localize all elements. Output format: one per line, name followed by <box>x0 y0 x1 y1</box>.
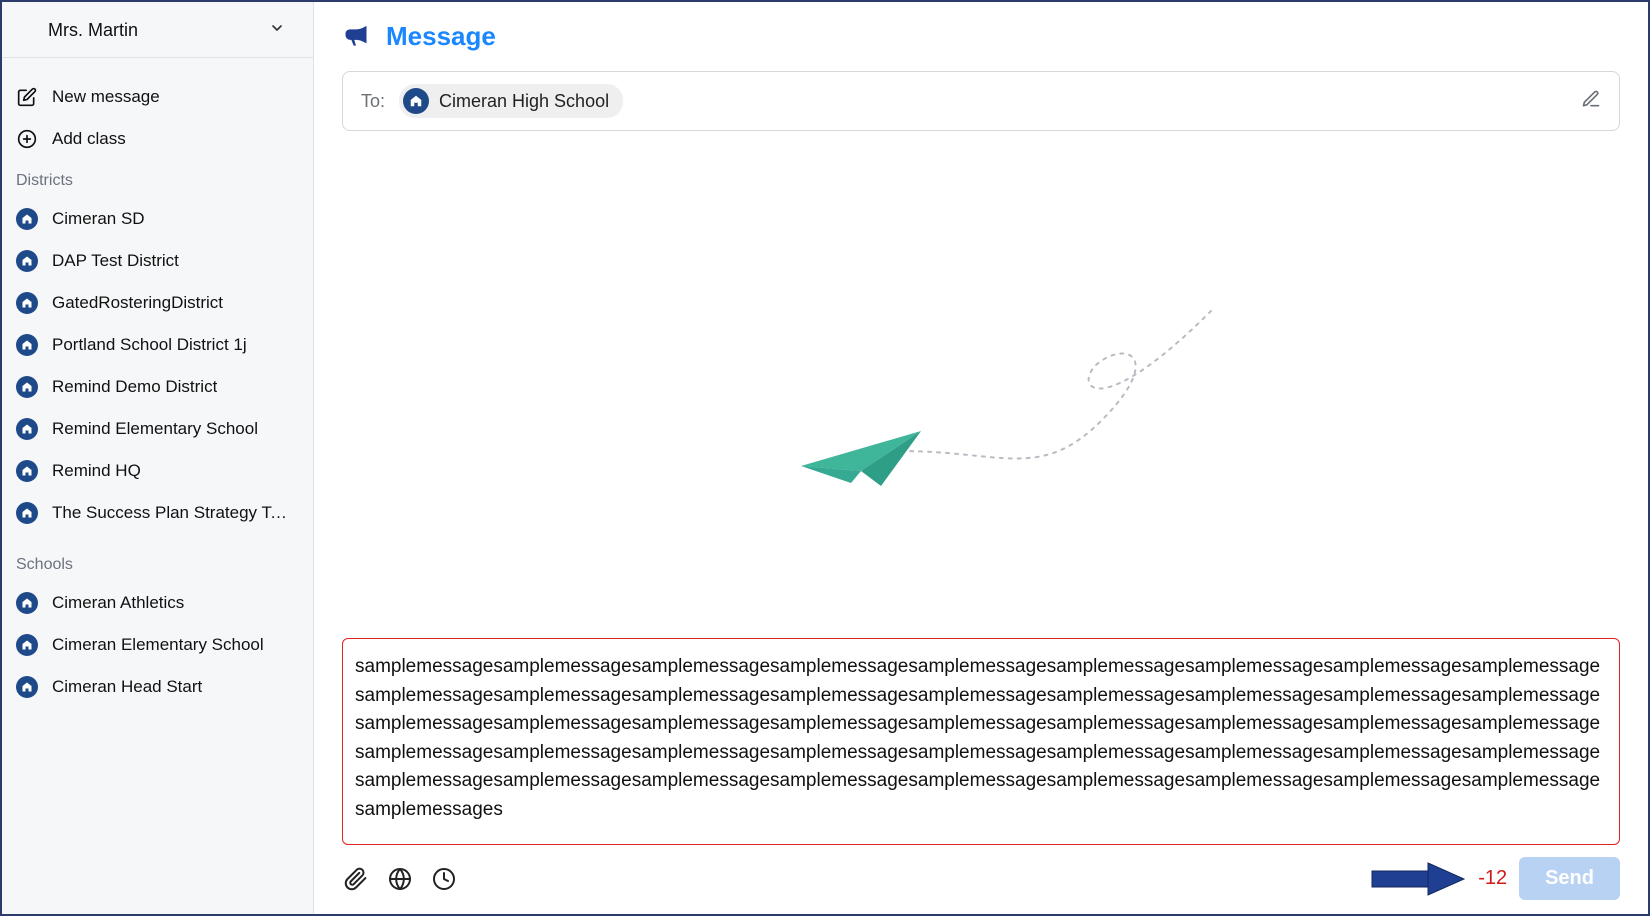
plus-circle-icon <box>16 128 38 150</box>
recipient-chip[interactable]: Cimeran High School <box>399 84 623 118</box>
building-icon <box>16 592 38 614</box>
building-icon <box>16 634 38 656</box>
sidebar-item-district[interactable]: The Success Plan Strategy Te... <box>2 492 313 534</box>
sidebar-item-school[interactable]: Cimeran Elementary School <box>2 624 313 666</box>
sidebar-item-label: Portland School District 1j <box>52 335 247 355</box>
new-message-button[interactable]: New message <box>2 76 313 118</box>
megaphone-icon <box>342 20 370 53</box>
sidebar-item-district[interactable]: GatedRosteringDistrict <box>2 282 313 324</box>
message-input[interactable]: samplemessagesamplemessagesamplemessages… <box>342 638 1620 845</box>
sidebar-item-district[interactable]: Cimeran SD <box>2 198 313 240</box>
send-button[interactable]: Send <box>1519 857 1620 900</box>
sidebar-item-label: Remind Elementary School <box>52 419 258 439</box>
sidebar-item-label: GatedRosteringDistrict <box>52 293 223 313</box>
sidebar: Mrs. Martin New message Add class Distri… <box>2 2 314 914</box>
user-dropdown[interactable]: Mrs. Martin <box>2 2 313 57</box>
building-icon <box>16 376 38 398</box>
sidebar-item-district[interactable]: Remind HQ <box>2 450 313 492</box>
annotation-arrow-icon <box>1370 859 1466 899</box>
schedule-button[interactable] <box>430 865 458 893</box>
building-icon <box>16 676 38 698</box>
user-name-label: Mrs. Martin <box>48 20 138 41</box>
sidebar-item-label: Cimeran Athletics <box>52 593 184 613</box>
character-count: -12 <box>1478 867 1507 890</box>
sidebar-item-label: Cimeran Head Start <box>52 677 202 697</box>
sidebar-item-district[interactable]: Portland School District 1j <box>2 324 313 366</box>
sidebar-item-label: Cimeran Elementary School <box>52 635 264 655</box>
sidebar-item-label: Remind HQ <box>52 461 141 481</box>
sidebar-item-label: DAP Test District <box>52 251 179 271</box>
sidebar-item-school[interactable]: Cimeran Athletics <box>2 582 313 624</box>
main-content: Message To: Cimeran High School <box>314 2 1648 914</box>
sidebar-item-district[interactable]: Remind Demo District <box>2 366 313 408</box>
new-message-label: New message <box>52 87 160 107</box>
sidebar-item-label: The Success Plan Strategy Te... <box>52 503 292 523</box>
compose-toolbar: -12 Send <box>342 845 1620 900</box>
recipient-chip-label: Cimeran High School <box>439 91 609 112</box>
sidebar-heading-schools: Schools <box>2 544 313 582</box>
sidebar-item-label: Cimeran SD <box>52 209 145 229</box>
building-icon <box>16 418 38 440</box>
sidebar-item-district[interactable]: DAP Test District <box>2 240 313 282</box>
to-label: To: <box>361 91 385 112</box>
add-class-label: Add class <box>52 129 126 149</box>
sidebar-heading-districts: Districts <box>2 160 313 198</box>
chevron-down-icon <box>269 20 285 41</box>
building-icon <box>16 292 38 314</box>
add-class-button[interactable]: Add class <box>2 118 313 160</box>
compose-icon <box>16 86 38 108</box>
sidebar-item-label: Remind Demo District <box>52 377 217 397</box>
edit-recipients-button[interactable] <box>1581 89 1601 114</box>
page-title: Message <box>386 21 496 52</box>
building-icon <box>403 88 429 114</box>
building-icon <box>16 334 38 356</box>
sidebar-item-district[interactable]: Remind Elementary School <box>2 408 313 450</box>
building-icon <box>16 460 38 482</box>
sidebar-item-school[interactable]: Cimeran Head Start <box>2 666 313 708</box>
attach-button[interactable] <box>342 865 370 893</box>
translate-button[interactable] <box>386 865 414 893</box>
building-icon <box>16 250 38 272</box>
building-icon <box>16 208 38 230</box>
recipient-box: To: Cimeran High School <box>342 71 1620 131</box>
building-icon <box>16 502 38 524</box>
paper-plane-illustration <box>342 141 1620 630</box>
